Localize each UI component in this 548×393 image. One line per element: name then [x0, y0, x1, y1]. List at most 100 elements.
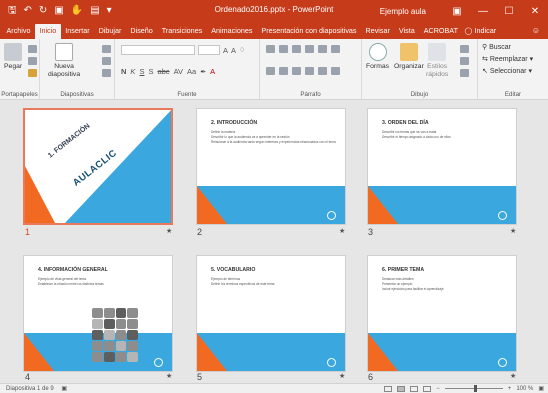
presentation-icon[interactable]: ▤: [90, 5, 99, 17]
tab-vista[interactable]: Vista: [394, 24, 419, 39]
layout-icon[interactable]: [102, 45, 111, 53]
bullets-icon[interactable]: [266, 45, 275, 53]
find-button[interactable]: ⚲ Buscar: [482, 43, 511, 52]
section-icon[interactable]: [102, 69, 111, 77]
replace-button[interactable]: ⇆ Reemplazar ▾: [482, 55, 533, 64]
tab-inicio[interactable]: Inicio: [34, 24, 61, 39]
zoom-level[interactable]: 100 %: [516, 386, 533, 392]
align-center-icon[interactable]: [279, 67, 288, 75]
star-icon: ★: [339, 373, 346, 380]
increase-font-icon[interactable]: A: [223, 46, 228, 55]
shape-outline-icon[interactable]: [460, 57, 469, 65]
new-slide-button[interactable]: Nueva diapositiva: [48, 43, 80, 79]
align-left-icon[interactable]: [266, 67, 275, 75]
decrease-font-icon[interactable]: A: [231, 46, 236, 55]
spelling-check-icon[interactable]: ▣: [61, 386, 67, 392]
select-button[interactable]: ↖ Seleccionar ▾: [482, 67, 532, 76]
paste-button[interactable]: Pegar: [4, 43, 22, 71]
shadow-button[interactable]: S: [148, 67, 153, 76]
slide-thumbnail-5[interactable]: 5. VOCABULARIO Ejemplo de términos Defin…: [196, 255, 346, 372]
start-from-beginning-icon[interactable]: ▣: [54, 5, 63, 17]
cut-icon[interactable]: [28, 45, 37, 53]
quick-styles-button[interactable]: Estilos rápidos: [426, 43, 448, 79]
slide-thumbnail-1[interactable]: 1. FORMACIÓN AULACLIC: [23, 108, 173, 225]
numbering-icon[interactable]: [279, 45, 288, 53]
touch-mode-icon[interactable]: ✋: [71, 5, 83, 17]
tab-archivo[interactable]: Archivo: [2, 24, 35, 39]
strikethrough-button[interactable]: abc: [157, 67, 169, 76]
zoom-out-icon[interactable]: −: [436, 386, 440, 392]
minimize-icon[interactable]: —: [470, 0, 496, 22]
slide-sorter-view-icon[interactable]: [397, 385, 406, 392]
increase-indent-icon[interactable]: [305, 45, 314, 53]
char-spacing-button[interactable]: AV: [174, 67, 183, 76]
clear-format-icon[interactable]: ♢: [239, 46, 245, 54]
tab-presentacion[interactable]: Presentación con diapositivas: [257, 24, 361, 39]
maximize-icon[interactable]: ☐: [496, 0, 522, 22]
slide-thumbnail-4[interactable]: 4. INFORMACIÓN GENERAL Ejemplo de vista …: [23, 255, 173, 372]
columns-icon[interactable]: [318, 67, 327, 75]
font-color-button[interactable]: A: [210, 67, 215, 76]
highlight-icon[interactable]: ✒: [200, 68, 206, 76]
smartart-icon[interactable]: [331, 67, 340, 75]
shapes-button[interactable]: Formas: [366, 43, 389, 71]
tab-animaciones[interactable]: Animaciones: [207, 24, 257, 39]
bold-button[interactable]: N: [121, 67, 126, 76]
tab-acrobat[interactable]: ACROBAT: [419, 24, 462, 39]
copy-icon[interactable]: [28, 57, 37, 65]
align-right-icon[interactable]: [292, 67, 301, 75]
arrange-icon: [399, 43, 418, 61]
shape-fill-icon[interactable]: [460, 45, 469, 53]
account-icon[interactable]: ☺: [532, 24, 540, 39]
font-size-combo[interactable]: [198, 45, 220, 55]
justify-icon[interactable]: [305, 67, 314, 75]
slide-text-line: Establecer la relación entre los distint…: [38, 282, 104, 286]
zoom-in-icon[interactable]: +: [508, 386, 512, 392]
paste-label: Pegar: [4, 63, 23, 70]
redo-icon[interactable]: ↻: [39, 5, 47, 17]
quick-styles-icon: [428, 43, 447, 61]
quick-access-toolbar: 🖫 ↶ ↻ ▣ ✋ ▤ ▾: [0, 5, 150, 17]
zoom-slider[interactable]: [444, 385, 503, 392]
line-spacing-icon[interactable]: [318, 45, 327, 53]
italic-button[interactable]: K: [130, 67, 135, 76]
ribbon-display-options-icon[interactable]: ▣: [444, 0, 470, 22]
slide-text-line: Destacar más detalles: [382, 277, 414, 281]
decrease-indent-icon[interactable]: [292, 45, 301, 53]
slide-count: Diapositiva 1 de 9: [6, 386, 54, 392]
fit-to-window-icon[interactable]: ▣: [538, 385, 544, 392]
tab-insertar[interactable]: Insertar: [61, 24, 94, 39]
slideshow-view-icon[interactable]: [423, 385, 432, 392]
close-icon[interactable]: ✕: [522, 0, 548, 22]
save-icon[interactable]: 🖫: [8, 5, 17, 17]
slide-text-line: Relacionar a la audiencia tanto según in…: [211, 140, 336, 144]
undo-icon[interactable]: ↶: [24, 5, 32, 17]
slide-text-line: Ejemplo de términos: [211, 277, 241, 281]
shape-effects-icon[interactable]: [460, 69, 469, 77]
zoom-slider-thumb[interactable]: [473, 385, 477, 392]
underline-button[interactable]: S: [139, 67, 144, 76]
tab-dibujar[interactable]: Dibujar: [94, 24, 126, 39]
reading-view-icon[interactable]: [410, 385, 419, 392]
slide-thumbnail-6[interactable]: 6. PRIMER TEMA Destacar más detalles Pre…: [367, 255, 517, 372]
group-slides: Nueva diapositiva Diapositivas: [40, 39, 115, 100]
change-case-button[interactable]: Aa: [187, 67, 196, 76]
format-painter-icon[interactable]: [28, 69, 37, 77]
normal-view-icon[interactable]: [384, 385, 393, 392]
slide-text-line: Presentar un ejemplo: [382, 282, 413, 286]
tab-diseno[interactable]: Diseño: [126, 24, 157, 39]
font-name-combo[interactable]: [121, 45, 195, 55]
slide-thumbnail-3[interactable]: 3. ORDEN DEL DÍA Describir los temas que…: [367, 108, 517, 225]
user-name[interactable]: Ejemplo aula: [380, 7, 426, 16]
tell-me-box[interactable]: ◯ Indicar: [464, 24, 496, 39]
slide-number: 6: [368, 372, 374, 382]
slide-text-line: Describir lo que la audiencia va a apren…: [211, 135, 290, 139]
tab-revisar[interactable]: Revisar: [361, 24, 394, 39]
customize-qat-icon[interactable]: ▾: [107, 5, 112, 17]
group-clipboard: Pegar Portapapeles: [0, 39, 40, 100]
text-direction-icon[interactable]: [331, 45, 340, 53]
slide-thumbnail-2[interactable]: 2. INTRODUCCIÓN Definir la materia Descr…: [196, 108, 346, 225]
tab-transiciones[interactable]: Transiciones: [157, 24, 206, 39]
reset-icon[interactable]: [102, 57, 111, 65]
arrange-button[interactable]: Organizar: [394, 43, 424, 71]
